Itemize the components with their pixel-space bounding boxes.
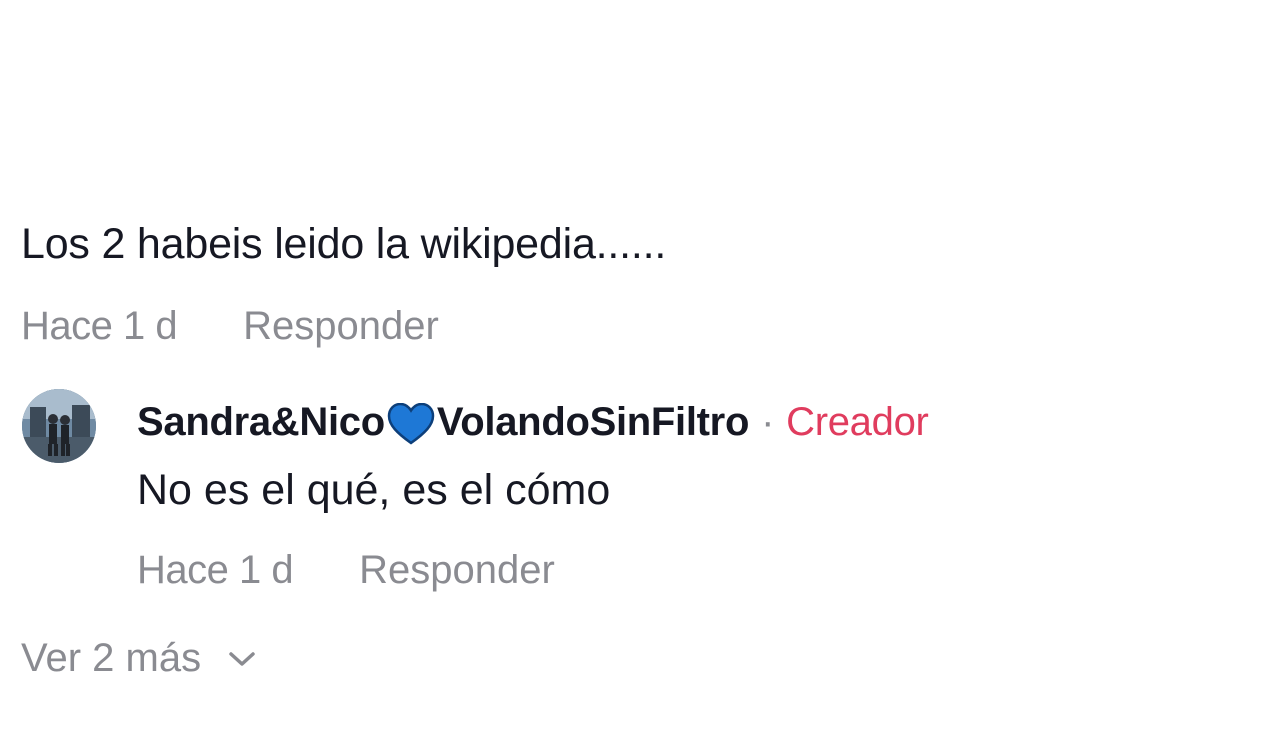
avatar-image bbox=[22, 389, 96, 463]
author-name-part-2: VolandoSinFiltro bbox=[436, 400, 750, 444]
view-more-label: Ver 2 más bbox=[21, 636, 202, 680]
reply-reply-button[interactable]: Responder bbox=[359, 548, 555, 593]
comment-reply-button[interactable]: Responder bbox=[243, 304, 439, 349]
reply-time: Hace 1 d bbox=[137, 548, 294, 592]
separator-dot: · bbox=[761, 400, 775, 445]
comment-time: Hace 1 d bbox=[21, 304, 178, 348]
reply-text: No es el qué, es el cómo bbox=[137, 466, 611, 514]
reply-meta: Hace 1 d Responder bbox=[137, 548, 555, 593]
avatar[interactable] bbox=[22, 389, 96, 463]
comment-meta: Hace 1 d Responder bbox=[21, 304, 439, 349]
reply-author-name[interactable]: Sandra&Nico VolandoSinFiltro bbox=[137, 400, 749, 445]
creator-badge: Creador bbox=[786, 400, 929, 445]
view-more-replies-button[interactable]: Ver 2 más bbox=[21, 636, 257, 681]
reply-author-row: Sandra&Nico VolandoSinFiltro · Creador bbox=[137, 400, 929, 445]
chevron-down-icon bbox=[229, 651, 255, 666]
comments-panel: Los 2 habeis leido la wikipedia...... Ha… bbox=[0, 0, 1280, 732]
blue-heart-icon bbox=[387, 403, 435, 445]
author-name-part-1: Sandra&Nico bbox=[137, 400, 385, 444]
comment-text: Los 2 habeis leido la wikipedia...... bbox=[21, 220, 667, 268]
